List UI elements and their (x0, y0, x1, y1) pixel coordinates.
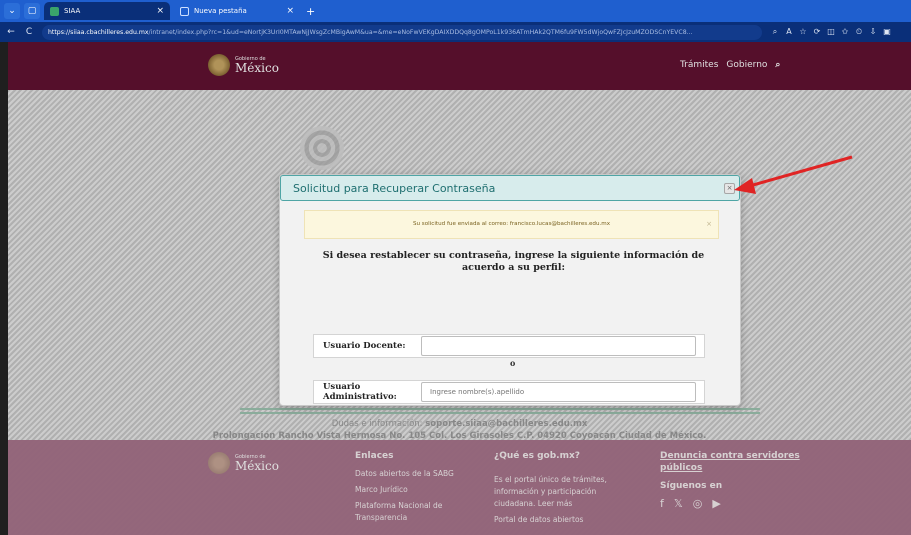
modal-header: Solicitud para Recuperar Contraseña × (280, 175, 740, 201)
address-bar-row: ← C https://siiaa.cbachilleres.edu.mx/in… (0, 22, 911, 42)
new-tab-favicon-icon (180, 6, 189, 16)
split-screen-icon[interactable]: ◫ (824, 27, 838, 37)
siaa-favicon-icon (50, 6, 59, 16)
favorite-icon[interactable]: ☆ (796, 27, 810, 37)
read-aloud-icon[interactable]: A (782, 27, 796, 37)
modal-title: Solicitud para Recuperar Contraseña (293, 181, 496, 195)
downloads-icon[interactable]: ⇩ (866, 27, 880, 37)
back-icon[interactable]: ← (4, 27, 18, 37)
reload-icon[interactable]: C (22, 27, 36, 37)
docente-label: Usuario Docente: (323, 341, 406, 351)
docente-row: Usuario Docente: (313, 334, 705, 358)
alert-message: Su solicitud fue enviada al correo: fran… (412, 221, 611, 227)
close-tab-icon[interactable]: × (156, 6, 164, 16)
administrativo-label: Usuario Administrativo: (323, 382, 397, 402)
recover-password-modal: Solicitud para Recuperar Contraseña × Su… (279, 174, 741, 406)
favorites-icon[interactable]: ✩ (838, 27, 852, 37)
history-icon[interactable]: ⏲ (852, 27, 866, 37)
web-page: Gobierno de México Trámites Gobierno ⌕ D… (8, 42, 911, 535)
screenshot-icon[interactable]: ▣ (880, 27, 894, 37)
separator-text: o (510, 358, 516, 368)
close-tab-icon[interactable]: × (286, 6, 294, 16)
docente-input[interactable] (421, 336, 696, 356)
success-alert: Su solicitud fue enviada al correo: fran… (304, 210, 719, 239)
url-path: /intranet/index.php?rc=1&ud=eNortjK3UrI0… (148, 28, 693, 36)
tab-title: SIAA (64, 7, 81, 15)
close-icon[interactable]: × (724, 183, 735, 194)
browser-window: ⌄ ▢ SIAA × Nueva pestaña × + ← C https:/… (0, 0, 911, 535)
alert-close-icon[interactable]: × (706, 211, 712, 238)
find-icon[interactable]: ⌕ (768, 27, 782, 37)
tab-actions-button[interactable]: ⌄ (4, 3, 20, 19)
url-field[interactable]: https://siiaa.cbachilleres.edu.mx/intran… (42, 24, 762, 40)
refresh-icon[interactable]: ⟳ (810, 27, 824, 37)
tab-new[interactable]: Nueva pestaña × (174, 2, 300, 20)
url-host: https://siiaa.cbachilleres.edu.mx (48, 28, 149, 36)
tab-siaa[interactable]: SIAA × (44, 2, 170, 20)
administrativo-input[interactable] (421, 382, 696, 402)
administrativo-row: Usuario Administrativo: (313, 380, 705, 404)
tab-bar: ⌄ ▢ SIAA × Nueva pestaña × + (0, 0, 911, 22)
instructions-text: Si desea restablecer su contraseña, ingr… (322, 250, 705, 273)
browser-toolbar: ⌕ A ☆ ⟳ ◫ ✩ ⏲ ⇩ ▣ (768, 27, 894, 37)
new-tab-button[interactable]: + (306, 5, 315, 18)
workspaces-button[interactable]: ▢ (24, 3, 40, 19)
tab-title: Nueva pestaña (194, 7, 247, 15)
